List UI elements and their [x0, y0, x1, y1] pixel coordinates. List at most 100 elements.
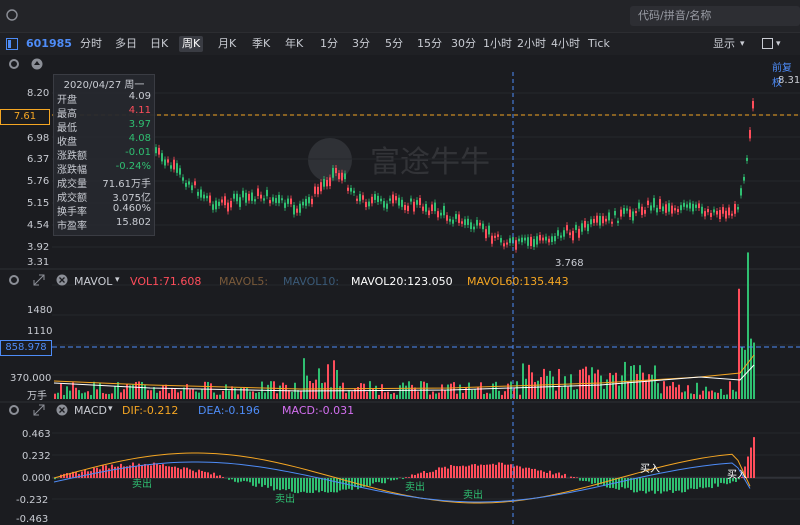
macd-bar — [243, 478, 245, 481]
candle-body — [236, 194, 238, 201]
period-tab-4小时[interactable]: 4小时 — [551, 36, 580, 52]
candle-body — [329, 177, 331, 186]
close-icon[interactable] — [56, 274, 68, 286]
volume-bar — [207, 382, 209, 399]
candle-body — [164, 159, 166, 165]
gear-icon[interactable] — [8, 404, 20, 416]
macd-bar — [282, 478, 284, 489]
macd-bar — [549, 471, 551, 478]
volume-bar — [747, 252, 749, 399]
period-tab-分时[interactable]: 分时 — [80, 36, 102, 52]
gear-icon[interactable] — [8, 58, 20, 70]
gear-icon[interactable] — [8, 274, 20, 286]
macd-bar — [645, 478, 647, 493]
macd-bar — [465, 467, 467, 478]
period-tab-月K[interactable]: 月K — [218, 36, 236, 52]
chevron-down-icon[interactable]: ▾ — [115, 275, 120, 285]
bell-icon[interactable] — [6, 8, 18, 22]
close-icon[interactable] — [56, 404, 68, 416]
macd-bar — [297, 478, 299, 493]
period-tab-2小时[interactable]: 2小时 — [517, 36, 546, 52]
period-tab-年K[interactable]: 年K — [285, 36, 303, 52]
volume-bar — [210, 383, 212, 399]
expand-icon[interactable] — [33, 404, 45, 416]
volume-bar — [78, 390, 80, 399]
macd-bar — [216, 476, 218, 478]
volume-bar — [648, 374, 650, 399]
candle-body — [380, 199, 382, 201]
volume-bar — [258, 392, 260, 399]
period-tab-日K[interactable]: 日K — [150, 36, 168, 52]
search-input[interactable]: 代码/拼音/名称 — [630, 6, 800, 26]
macd-bar — [459, 466, 461, 478]
macd-bar — [447, 469, 449, 478]
macd-bar — [261, 478, 263, 487]
period-tab-Tick[interactable]: Tick — [588, 36, 610, 52]
period-tab-30分[interactable]: 30分 — [451, 36, 476, 52]
up-arrow-icon[interactable] — [31, 58, 43, 70]
macd-bar — [642, 478, 644, 491]
period-tab-1小时[interactable]: 1小时 — [483, 36, 512, 52]
period-tab-周K[interactable]: 周K — [179, 36, 203, 52]
stock-code[interactable]: 601985 — [26, 36, 72, 52]
period-tab-15分[interactable]: 15分 — [417, 36, 442, 52]
volume-bar — [522, 363, 524, 399]
indicator-select[interactable]: MAVOL — [74, 275, 112, 288]
candle-body — [464, 219, 466, 225]
macd-bar — [462, 466, 464, 478]
candle-body — [281, 198, 283, 200]
macd-bar — [477, 466, 479, 478]
volume-bar — [111, 393, 113, 399]
candle-body — [167, 159, 169, 162]
volume-bar — [336, 370, 338, 399]
candle-body — [668, 203, 670, 211]
period-tab-3分[interactable]: 3分 — [352, 36, 370, 52]
period-tab-1分[interactable]: 1分 — [320, 36, 338, 52]
period-tab-季K[interactable]: 季K — [252, 36, 270, 52]
candle-body — [470, 222, 472, 229]
macd-bar — [108, 468, 110, 478]
volume-bar — [501, 395, 503, 399]
sidebar-toggle-icon[interactable] — [6, 38, 18, 50]
checkbox-icon[interactable] — [762, 38, 774, 50]
macd-tick: -0.232 — [16, 495, 48, 506]
display-menu[interactable]: 显示 — [713, 36, 735, 52]
macd-bar — [441, 468, 443, 478]
volume-bar — [576, 389, 578, 399]
volume-bar — [156, 393, 158, 399]
volume-bar — [474, 389, 476, 399]
candle-body — [275, 198, 277, 203]
chevron-down-icon[interactable]: ▾ — [108, 404, 113, 414]
candle-body — [398, 198, 400, 206]
volume-bar — [318, 368, 320, 399]
tooltip-row: 涨跌幅-0.24% — [57, 161, 151, 174]
volume-bar — [447, 385, 449, 399]
period-tab-5分[interactable]: 5分 — [385, 36, 403, 52]
candle-body — [260, 195, 262, 199]
candle-body — [221, 200, 223, 203]
candle-body — [356, 199, 358, 201]
indicator-select[interactable]: MACD — [74, 404, 107, 417]
macd-bar — [336, 478, 338, 492]
expand-icon[interactable] — [33, 274, 45, 286]
macd-bar — [546, 473, 548, 478]
candle-body — [215, 201, 217, 210]
chevron-down-icon[interactable]: ▾ — [740, 36, 745, 52]
volume-bar — [81, 393, 83, 399]
volume-bar — [237, 394, 239, 399]
candle-body — [239, 197, 241, 207]
volume-bar — [732, 390, 734, 399]
volume-bar — [363, 384, 365, 399]
macd-bar — [555, 473, 557, 478]
macd-bar — [429, 472, 431, 478]
candle-body — [392, 195, 394, 204]
candle-body — [641, 207, 643, 215]
chevron-down-icon[interactable]: ▾ — [776, 36, 781, 52]
volume-bar — [72, 382, 74, 399]
macd-bar — [288, 478, 290, 489]
period-tab-多日[interactable]: 多日 — [115, 36, 137, 52]
macd-bar — [375, 478, 377, 482]
tooltip-row: 成交量71.61万手 — [57, 175, 151, 188]
candle-body — [278, 195, 280, 203]
macd-bar — [552, 474, 554, 478]
